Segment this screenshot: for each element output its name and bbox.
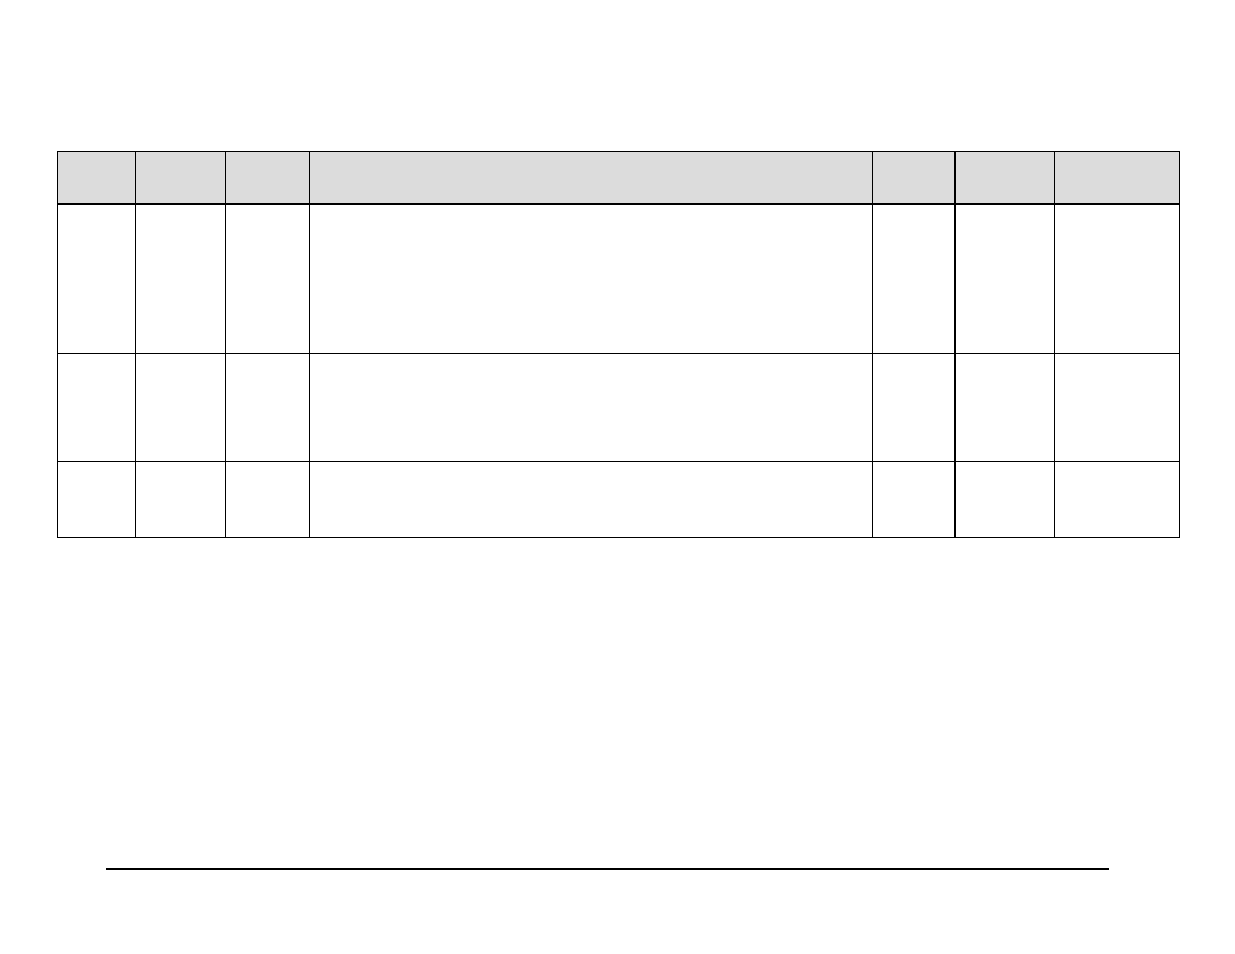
table-cell (1055, 354, 1180, 462)
table-header-cell (226, 152, 310, 204)
table-row (58, 204, 1180, 354)
table-cell (873, 354, 955, 462)
table-cell (310, 204, 873, 354)
table-cell (58, 204, 136, 354)
table-cell (873, 204, 955, 354)
table-cell (136, 204, 226, 354)
table-header-cell (1055, 152, 1180, 204)
table-cell (310, 354, 873, 462)
table-cell (136, 462, 226, 538)
table-header-cell (136, 152, 226, 204)
footer-separator (106, 868, 1109, 870)
table-cell (310, 462, 873, 538)
table-header-cell (310, 152, 873, 204)
table-cell (136, 354, 226, 462)
data-table (57, 151, 1180, 538)
table-cell (873, 462, 955, 538)
table-header-cell (58, 152, 136, 204)
table-row (58, 462, 1180, 538)
table-cell (1055, 204, 1180, 354)
table-cell (226, 354, 310, 462)
table-cell (955, 354, 1055, 462)
table-cell (955, 462, 1055, 538)
table-cell (58, 462, 136, 538)
table-header-row (58, 152, 1180, 204)
table-cell (226, 462, 310, 538)
table-cell (1055, 462, 1180, 538)
table-cell (226, 204, 310, 354)
table-cell (58, 354, 136, 462)
table-row (58, 354, 1180, 462)
document-page (0, 0, 1235, 954)
table-cell (955, 204, 1055, 354)
table-header-cell (873, 152, 955, 204)
table-header-cell (955, 152, 1055, 204)
